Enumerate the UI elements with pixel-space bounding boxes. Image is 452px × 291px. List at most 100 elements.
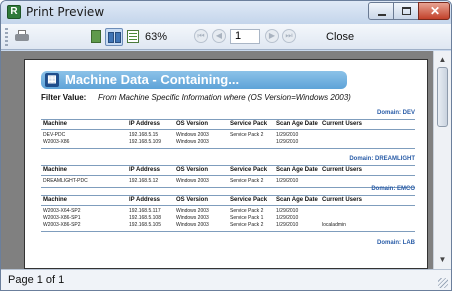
scroll-thumb[interactable] <box>437 67 448 127</box>
table-cell: Windows 2003 <box>176 139 209 145</box>
column-header: OS Version <box>176 167 209 173</box>
column-header: Scan Age Date <box>276 121 318 127</box>
column-header: IP Address <box>129 121 161 127</box>
last-page-button[interactable]: ⏭ <box>282 29 296 43</box>
scroll-up-icon[interactable]: ▲ <box>436 53 449 67</box>
report-logo-icon: ▦ <box>45 73 59 87</box>
one-page-view-button[interactable] <box>87 28 105 46</box>
column-header: Scan Age Date <box>276 167 318 173</box>
column-header: Machine <box>43 197 68 203</box>
table-row: DREAMLIGHT-PDC 192.168.5.12 Windows 2003 Se… <box>41 178 415 185</box>
table-row: W2003-X86 192.168.5.109 Windows 2003 1/29/2… <box>41 139 415 146</box>
toolbar-grip[interactable] <box>5 28 8 46</box>
table-header-row: Machine IP Address OS Version Service Pack S… <box>41 119 415 130</box>
minimize-button[interactable] <box>368 2 394 20</box>
table-row: W2003-X86-SP1 192.168.5.108 Windows 2003 Se… <box>41 215 415 222</box>
first-page-button[interactable]: ⏮ <box>194 29 208 43</box>
vertical-scrollbar[interactable]: ▲ ▼ <box>433 51 451 269</box>
preview-area: ▦ Machine Data - Containing... Filter Va… <box>1 51 433 269</box>
column-header: OS Version <box>176 121 209 127</box>
column-header: IP Address <box>129 197 161 203</box>
domain-heading: Domain: DEV <box>376 110 415 116</box>
table-cell: 1/29/2010 <box>276 222 299 228</box>
column-header: Service Pack <box>230 197 268 203</box>
table-cell: W2003-X86-SP1 <box>43 215 81 221</box>
table-cell: W2003-X64-SP2 <box>43 208 81 214</box>
table-cell: 1/29/2010 <box>276 178 299 184</box>
one-page-icon <box>91 30 101 43</box>
close-preview-button[interactable]: Close <box>326 31 354 43</box>
group-divider <box>41 187 415 188</box>
table-cell: 1/29/2010 <box>276 139 299 145</box>
previous-page-button[interactable]: ◀ <box>212 29 226 43</box>
domain-heading: Domain: DREAMLIGHT <box>349 156 415 162</box>
domain-heading: Domain: EMCO <box>371 186 415 192</box>
maximize-button[interactable] <box>393 2 419 20</box>
filter-label: Filter Value: <box>41 93 87 102</box>
table-cell: W2003-X86 <box>43 139 70 145</box>
table-cell: Service Pack 1 <box>230 215 264 221</box>
close-window-button[interactable]: ✕ <box>418 2 450 20</box>
table-cell: 1/29/2010 <box>276 132 299 138</box>
page-number-input[interactable]: 1 <box>230 29 260 44</box>
resize-grip-icon[interactable] <box>438 278 448 288</box>
table-header-row: Machine IP Address OS Version Service Pack S… <box>41 165 415 176</box>
column-header: Service Pack <box>230 121 268 127</box>
column-header: Machine <box>43 121 68 127</box>
close-icon: ✕ <box>430 4 441 18</box>
table-cell: Windows 2003 <box>176 132 209 138</box>
table-header-row: Machine IP Address OS Version Service Pack S… <box>41 195 415 206</box>
table-cell: Service Pack 2 <box>230 178 264 184</box>
title-bar[interactable]: R Print Preview ✕ <box>1 1 451 24</box>
table-cell: 192.168.5.109 <box>129 139 161 145</box>
column-header: Service Pack <box>230 167 268 173</box>
table-cell: Service Pack 2 <box>230 222 264 228</box>
table-row: W2003-X86-SP2 192.168.5.105 Windows 2003 Se… <box>41 222 415 229</box>
report-page: ▦ Machine Data - Containing... Filter Va… <box>24 59 428 269</box>
two-page-view-button[interactable] <box>105 28 123 46</box>
table-cell: DEV-PDC <box>43 132 66 138</box>
minimize-icon <box>378 14 386 16</box>
table-cell: 192.168.5.117 <box>129 208 161 214</box>
two-page-icon <box>108 32 114 43</box>
table-cell: Windows 2003 <box>176 208 209 214</box>
next-page-button[interactable]: ▶ <box>265 29 279 43</box>
table-cell: 1/29/2010 <box>276 215 299 221</box>
table-cell: localadmin <box>322 222 346 228</box>
print-button[interactable] <box>13 28 31 46</box>
table-cell: DREAMLIGHT-PDC <box>43 178 88 184</box>
scroll-down-icon[interactable]: ▼ <box>436 253 449 267</box>
app-icon: R <box>7 5 21 19</box>
table-cell: 192.168.5.12 <box>129 178 159 184</box>
toolbar: 63% ⏮ ◀ 1 ▶ ⏭ Close <box>1 24 451 50</box>
maximize-icon <box>402 7 411 15</box>
status-bar: Page 1 of 1 <box>1 269 451 290</box>
column-header: Machine <box>43 167 68 173</box>
column-header: OS Version <box>176 197 209 203</box>
table-cell: Windows 2003 <box>176 215 209 221</box>
table-row: DEV-PDC 192.168.5.15 Windows 2003 Service P… <box>41 132 415 139</box>
group-divider <box>41 231 415 232</box>
filter-value: From Machine Specific Information where … <box>98 93 351 102</box>
multi-page-view-button[interactable] <box>124 28 142 46</box>
table-cell: 192.168.5.15 <box>129 132 159 138</box>
page-status: Page 1 of 1 <box>8 274 65 286</box>
table-cell: 1/29/2010 <box>276 208 299 214</box>
column-header: Current Users <box>322 197 363 203</box>
print-preview-window: R Print Preview ✕ 63% ⏮ ◀ 1 ▶ ⏭ Close ▦ … <box>0 0 452 291</box>
column-header: IP Address <box>129 167 161 173</box>
table-cell: W2003-X86-SP2 <box>43 222 81 228</box>
zoom-selector[interactable]: 63% <box>145 31 167 43</box>
column-header: Current Users <box>322 121 363 127</box>
table-cell: Service Pack 2 <box>230 208 264 214</box>
table-cell: Service Pack 2 <box>230 132 264 138</box>
group-divider <box>41 148 415 149</box>
table-cell: 192.168.5.108 <box>129 215 161 221</box>
table-cell: Windows 2003 <box>176 222 209 228</box>
report-title: Machine Data - Containing... <box>65 72 240 87</box>
domain-heading: Domain: LAB <box>377 240 415 246</box>
table-row: W2003-X64-SP2 192.168.5.117 Windows 2003 Se… <box>41 208 415 215</box>
window-title: Print Preview <box>26 5 105 19</box>
column-header: Current Users <box>322 167 363 173</box>
table-cell: Windows 2003 <box>176 178 209 184</box>
